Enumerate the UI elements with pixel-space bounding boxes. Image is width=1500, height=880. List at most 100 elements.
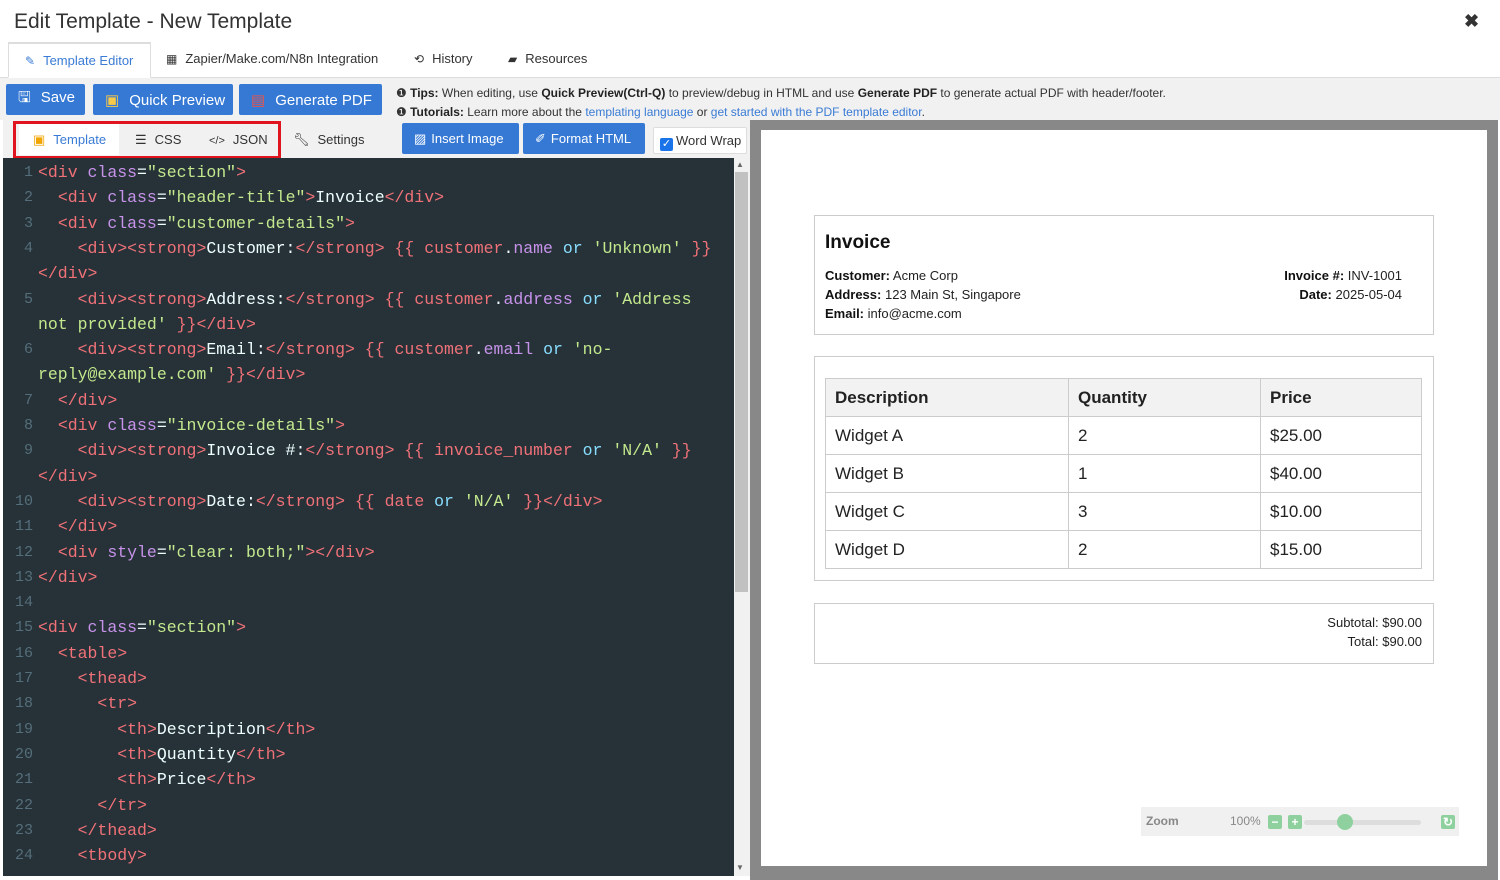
- zoom-slider-handle[interactable]: [1337, 814, 1353, 830]
- magic-icon: ✐: [535, 131, 546, 146]
- column-header: Quantity: [1068, 378, 1261, 417]
- invoice-details: Invoice #: INV-1001 Date: 2025-05-04: [1284, 266, 1402, 304]
- zoom-reset-button[interactable]: ↻: [1441, 815, 1455, 829]
- table-row: Widget C 3 $10.00: [825, 492, 1422, 531]
- code-text: <thead>: [77, 669, 147, 688]
- table-header-row: Description Quantity Price: [825, 378, 1422, 417]
- zoom-slider[interactable]: [1304, 820, 1421, 825]
- line-number: 23: [14, 821, 33, 839]
- line-number: 24: [14, 847, 33, 865]
- zoom-out-button[interactable]: −: [1268, 815, 1282, 829]
- word-wrap-toggle[interactable]: ✓ Word Wrap: [653, 127, 747, 154]
- history-icon: ⟲: [414, 52, 425, 66]
- quick-preview-label: Quick Preview: [129, 91, 226, 109]
- total: Total: $90.00: [1347, 634, 1422, 649]
- generate-pdf-button[interactable]: ▤ Generate PDF: [239, 84, 382, 115]
- save-button[interactable]: 🖫 Save: [6, 84, 85, 115]
- table-cell: 1: [1068, 454, 1261, 493]
- code-text: <div class="invoice-details">: [57, 416, 345, 435]
- code-text: </div>: [38, 567, 98, 587]
- tab-css-label: CSS: [154, 132, 182, 147]
- tab-resources[interactable]: ▰ Resources: [508, 42, 587, 78]
- line-number: 16: [14, 644, 33, 662]
- code-text: </div>: [57, 390, 118, 410]
- floppy-icon: 🖫: [18, 89, 31, 106]
- pdf-icon: ▤: [251, 91, 266, 109]
- scroll-down-arrow[interactable]: ▼: [736, 863, 744, 872]
- tab-template[interactable]: ▣ Template: [19, 124, 119, 155]
- line-number: 3: [23, 214, 33, 232]
- tab-history[interactable]: ⟲ History: [414, 42, 473, 78]
- email-line: Email: info@acme.com: [825, 304, 1021, 323]
- column-header: Price: [1260, 378, 1422, 417]
- line-number: 21: [14, 771, 33, 789]
- line-number: 4: [23, 239, 33, 257]
- tab-integration[interactable]: ▦ Zapier/Make.com/N8n Integration: [166, 42, 378, 78]
- code-text: <th>Price</th>: [117, 770, 256, 790]
- tab-css[interactable]: ☰ CSS: [135, 124, 181, 155]
- generate-pdf-label: Generate PDF: [275, 91, 372, 109]
- templating-language-link[interactable]: templating language: [585, 105, 693, 119]
- css3-icon: ☰: [135, 132, 147, 147]
- address-value: 123 Main St, Singapore: [884, 287, 1021, 302]
- code-text: <div class="header-title">Invoice</div>: [57, 188, 445, 208]
- zoom-control: Zoom 100% − + ↻: [1141, 807, 1459, 836]
- zoom-in-button[interactable]: +: [1288, 815, 1302, 829]
- line-number: 12: [14, 543, 33, 561]
- table-cell: Widget A: [825, 416, 1069, 455]
- table-row: Widget D 2 $15.00: [825, 530, 1422, 569]
- line-number: 10: [14, 492, 33, 510]
- table-cell: $10.00: [1260, 492, 1422, 531]
- table-cell: $40.00: [1260, 454, 1422, 493]
- line-number: 13: [14, 568, 33, 586]
- html5-icon: ▣: [33, 132, 46, 147]
- table-row: Widget A 2 $25.00: [825, 416, 1422, 455]
- tab-json[interactable]: </> JSON: [209, 124, 268, 155]
- column-header: Description: [825, 378, 1069, 417]
- tutorials-label: Tutorials:: [410, 105, 464, 119]
- code-text: </tr>: [97, 795, 147, 815]
- editor-subtabs: ▣ Template ☰ CSS </> JSON 🔧︎ Settings ▨ Inser…: [3, 120, 750, 158]
- table-cell: Widget C: [825, 492, 1069, 531]
- customer-line: Customer: Acme Corp: [825, 266, 1021, 285]
- address-line: Address: 123 Main St, Singapore: [825, 285, 1021, 304]
- format-html-button[interactable]: ✐ Format HTML: [523, 123, 645, 154]
- items-table: Description Quantity Price Widget A 2 $2…: [825, 378, 1422, 569]
- table-cell: $15.00: [1260, 530, 1422, 569]
- close-icon[interactable]: ✖: [1464, 11, 1479, 32]
- line-number: 15: [14, 619, 33, 637]
- code-text: </thead>: [77, 820, 157, 840]
- scroll-up-arrow[interactable]: ▲: [736, 160, 744, 169]
- line-number: 9: [23, 442, 33, 460]
- quick-preview-button[interactable]: ▣ Quick Preview: [93, 84, 233, 115]
- line-number: 11: [14, 518, 33, 536]
- code-text: <div style="clear: both;"></div>: [57, 542, 375, 562]
- code-text: <div><strong>Date:</strong> {{ date or '…: [77, 491, 603, 511]
- table-cell: 2: [1068, 530, 1261, 569]
- code-text: <th>Description</th>: [117, 719, 316, 739]
- get-started-link[interactable]: get started with the PDF template editor: [711, 105, 922, 119]
- tab-template-editor[interactable]: ✎ Template Editor: [8, 42, 151, 78]
- date-label: Date:: [1299, 287, 1332, 302]
- line-number: 14: [14, 594, 33, 612]
- insert-image-button[interactable]: ▨ Insert Image: [402, 123, 519, 154]
- code-icon: </>: [209, 135, 225, 147]
- tips-text: ❶ Tips: When editing, use Quick Preview(…: [396, 84, 1166, 122]
- code-editor[interactable]: 1 <div class="section"> 2 <div class="head…: [3, 158, 734, 876]
- code-text: </div>: [57, 517, 118, 537]
- word-wrap-checkbox[interactable]: ✓: [660, 138, 673, 151]
- tips-text-1: When editing, use: [441, 86, 538, 100]
- tab-settings[interactable]: 🔧︎ Settings: [293, 124, 365, 155]
- line-number: 19: [14, 720, 33, 738]
- line-number: 17: [14, 670, 33, 687]
- code-text: <table>: [57, 643, 128, 663]
- zoom-value: 100%: [1230, 814, 1261, 828]
- info-icon: ❶: [396, 86, 407, 100]
- editor-scroll-thumb[interactable]: [735, 172, 748, 592]
- code-text: <div><strong>Email:</strong> {{ customer…: [77, 340, 613, 360]
- insert-image-label: Insert Image: [431, 131, 504, 146]
- code-text: <tbody>: [77, 846, 147, 866]
- line-number: 8: [23, 417, 33, 434]
- tab-json-label: JSON: [232, 132, 268, 147]
- code-text: </div>: [38, 264, 98, 284]
